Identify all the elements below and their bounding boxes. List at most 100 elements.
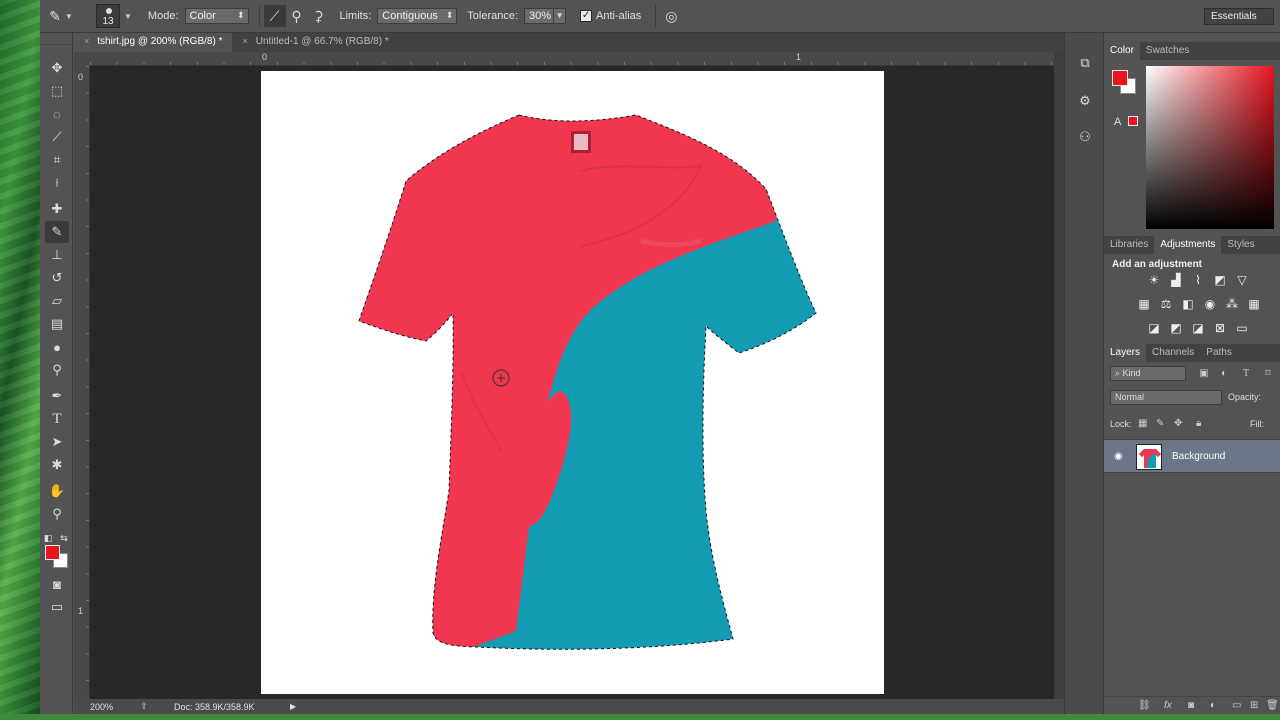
link-layers-icon[interactable]: ⛓ [1138, 700, 1151, 711]
posterize-icon[interactable]: ◩ [1168, 320, 1184, 336]
black-white-icon[interactable]: ◧ [1180, 296, 1196, 312]
zoom-level[interactable]: 200% [74, 702, 124, 712]
move-tool-icon[interactable]: ✥ [45, 57, 69, 79]
antialias-checkbox[interactable]: ✓ [580, 10, 593, 22]
workspace-switcher[interactable]: Essentials [1204, 8, 1274, 25]
marquee-tool-icon[interactable]: ⬚ [45, 80, 69, 102]
tab-adjustments[interactable]: Adjustments [1154, 236, 1222, 254]
new-group-icon[interactable]: ▭ [1232, 700, 1241, 711]
shape-tool-icon[interactable]: ✱ [45, 454, 69, 476]
eraser-tool-icon[interactable]: ▱ [45, 290, 69, 312]
properties-panel-icon[interactable]: ⚙ [1075, 91, 1095, 111]
color-replacement-tool-icon[interactable]: ✎ [45, 221, 69, 243]
quick-selection-tool-icon[interactable]: ⟋ [45, 126, 69, 148]
pixel-filter-icon[interactable]: ▣ [1196, 366, 1212, 381]
tab-paths[interactable]: Paths [1200, 344, 1238, 362]
close-icon[interactable]: × [242, 36, 247, 52]
levels-icon[interactable]: ▟ [1168, 272, 1184, 288]
blur-tool-icon[interactable]: ● [45, 336, 69, 358]
screen-mode-icon[interactable]: ▭ [45, 596, 69, 618]
hue-saturation-icon[interactable]: ▦ [1136, 296, 1152, 312]
history-panel-icon[interactable]: ⧉ [1075, 53, 1095, 73]
share-icon[interactable]: ⇪ [124, 701, 164, 712]
path-selection-tool-icon[interactable]: ➤ [45, 431, 69, 453]
panel-grip[interactable] [40, 33, 72, 45]
exposure-icon[interactable]: ◩ [1212, 272, 1228, 288]
pen-tool-icon[interactable]: ✒ [45, 385, 69, 407]
new-adjustment-layer-icon[interactable]: ◐ [1210, 700, 1216, 711]
status-menu-arrow-icon[interactable]: ▶ [290, 702, 296, 711]
clone-source-panel-icon[interactable]: ⚇ [1075, 127, 1095, 147]
selective-color-icon[interactable]: ⊠ [1212, 320, 1228, 336]
dodge-tool-icon[interactable]: ⚲ [45, 359, 69, 381]
vertical-scrollbar[interactable] [1054, 52, 1064, 699]
threshold-icon[interactable]: ◪ [1190, 320, 1206, 336]
shape-filter-icon[interactable]: ⌑ [1260, 366, 1276, 381]
lock-all-icon[interactable]: 🔒︎ [1196, 418, 1201, 429]
document-tabs: × tshirt.jpg @ 200% (RGB/8) * × Untitled-1… [74, 33, 1064, 52]
sampling-background-swatch-icon[interactable]: ⚳ [308, 5, 330, 27]
color-picker-field[interactable] [1146, 66, 1274, 229]
adjustment-filter-icon[interactable]: ◐ [1216, 366, 1232, 381]
clone-stamp-tool-icon[interactable]: ⊥ [45, 244, 69, 266]
gradient-tool-icon[interactable]: ▤ [45, 313, 69, 335]
brightness-icon[interactable]: ☀ [1146, 272, 1162, 288]
tab-libraries[interactable]: Libraries [1104, 236, 1154, 254]
layer-row-background[interactable]: ◉ Background [1104, 439, 1280, 473]
zoom-tool-icon[interactable]: ⚲ [45, 503, 69, 525]
pressure-size-icon[interactable]: ◎ [660, 5, 682, 27]
eyedropper-tool-icon[interactable]: ⟊ [45, 172, 69, 194]
lock-position-icon[interactable]: ✥ [1174, 418, 1182, 429]
chevron-down-icon[interactable]: ▼ [124, 12, 132, 21]
web-safe-swatch[interactable] [1128, 116, 1138, 126]
vibrance-icon[interactable]: ▽ [1234, 272, 1250, 288]
curves-icon[interactable]: ⌇ [1190, 272, 1206, 288]
tab-color[interactable]: Color [1104, 42, 1140, 60]
type-tool-icon[interactable]: T [45, 408, 69, 430]
lasso-tool-icon[interactable]: ◌ [45, 103, 69, 125]
vertical-ruler[interactable]: 0 1 [74, 66, 90, 699]
sampling-continuous-icon[interactable]: ⟋ [263, 5, 286, 27]
tab-layers[interactable]: Layers [1104, 344, 1147, 362]
layer-style-icon[interactable]: fx [1164, 700, 1172, 711]
tool-preset-picker[interactable]: ✎ ▼ [40, 0, 88, 33]
lock-image-icon[interactable]: ✎ [1156, 418, 1164, 429]
tolerance-input[interactable]: 30% [524, 8, 555, 24]
channel-mixer-icon[interactable]: ⁂ [1224, 296, 1240, 312]
delete-layer-icon[interactable]: 🗑︎ [1266, 700, 1279, 711]
quick-mask-icon[interactable]: ◙ [45, 573, 69, 595]
invert-icon[interactable]: ◪ [1146, 320, 1162, 336]
ruler-origin[interactable] [74, 52, 90, 66]
tab-untitled-1[interactable]: × Untitled-1 @ 66.7% (RGB/8) * [232, 33, 398, 52]
tab-styles[interactable]: Styles [1221, 236, 1260, 254]
close-icon[interactable]: × [84, 36, 89, 52]
type-filter-icon[interactable]: T [1238, 366, 1254, 381]
horizontal-ruler[interactable]: 0 1 [90, 52, 1054, 66]
crop-tool-icon[interactable]: ⌗ [45, 149, 69, 171]
blend-mode-select[interactable]: Normal [1110, 390, 1222, 405]
tab-swatches[interactable]: Swatches [1140, 42, 1195, 60]
mode-select[interactable]: Color [184, 8, 249, 24]
swap-colors-icon[interactable]: ⇆ [59, 527, 69, 549]
tab-tshirt[interactable]: × tshirt.jpg @ 200% (RGB/8) * [74, 33, 233, 52]
history-brush-tool-icon[interactable]: ↺ [45, 267, 69, 289]
layer-kind-filter[interactable]: ⌕ Kind [1110, 366, 1186, 381]
tolerance-slider-toggle[interactable]: ▼ [554, 8, 567, 24]
color-balance-icon[interactable]: ⚖ [1158, 296, 1174, 312]
hand-tool-icon[interactable]: ✋ [45, 480, 69, 502]
color-lookup-icon[interactable]: ▦ [1246, 296, 1262, 312]
gradient-map-icon[interactable]: ▭ [1234, 320, 1250, 336]
sampling-once-icon[interactable]: ⚲ [286, 5, 308, 27]
foreground-color-swatch[interactable] [45, 545, 60, 560]
healing-brush-tool-icon[interactable]: ✚ [45, 198, 69, 220]
brush-size-picker[interactable]: 13 [96, 4, 120, 28]
photo-filter-icon[interactable]: ◉ [1202, 296, 1218, 312]
add-mask-icon[interactable]: ◙ [1188, 700, 1194, 711]
lock-transparent-icon[interactable]: ▦ [1138, 418, 1147, 429]
document-canvas[interactable] [261, 71, 884, 694]
new-layer-icon[interactable]: ⊞ [1250, 700, 1258, 711]
limits-select[interactable]: Contiguous [377, 8, 458, 24]
eye-icon[interactable]: ◉ [1114, 451, 1123, 462]
tab-channels[interactable]: Channels [1146, 344, 1200, 362]
panel-foreground-swatch[interactable] [1112, 70, 1128, 86]
